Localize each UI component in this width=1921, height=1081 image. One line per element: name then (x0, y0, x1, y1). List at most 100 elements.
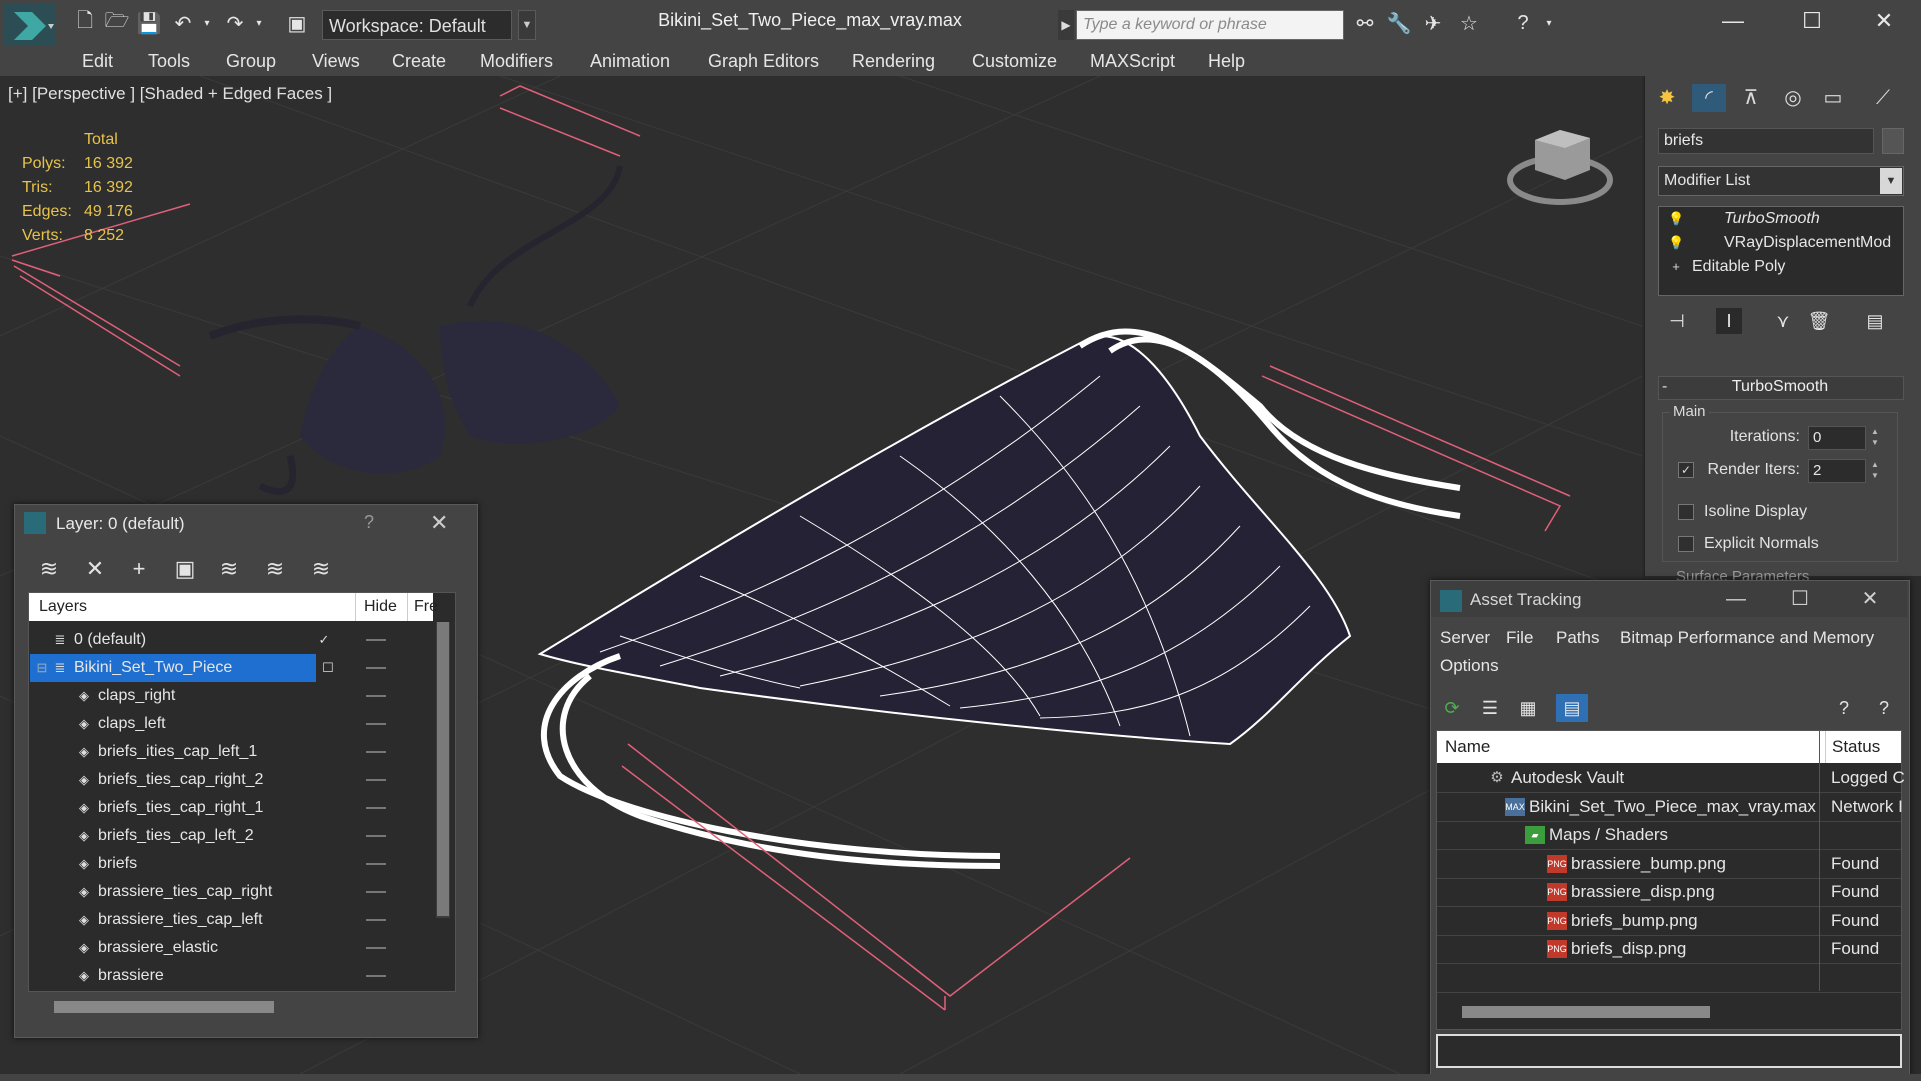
help-icon[interactable]: ? (1510, 10, 1536, 36)
hide-toggle[interactable] (366, 667, 386, 669)
motion-tab-icon[interactable]: ◎ (1776, 84, 1810, 112)
column-status[interactable]: Status (1825, 731, 1880, 763)
asset-row[interactable]: PNG briefs_bump.png Found (1437, 907, 1901, 936)
tools-icon[interactable]: 🔧 (1386, 10, 1412, 36)
asset-row[interactable]: ⚙ Autodesk Vault Logged C (1437, 764, 1905, 793)
menu-customize[interactable]: Customize (972, 46, 1057, 76)
project-folder-icon[interactable]: ▣ (284, 10, 310, 36)
stack-item-editable-poly[interactable]: + Editable Poly (1662, 256, 1902, 278)
layer-row[interactable]: ◈ brassiere_ties_cap_right (30, 878, 430, 906)
refresh-icon[interactable]: ⟳ (1438, 694, 1466, 722)
asset-row[interactable]: ▰ Maps / Shaders (1437, 821, 1901, 850)
maximize-button[interactable]: ☐ (1784, 6, 1840, 36)
menu-edit[interactable]: Edit (82, 46, 113, 76)
undo-icon[interactable]: ↶ (170, 10, 196, 36)
minimize-button[interactable]: — (1714, 586, 1758, 612)
show-end-result-icon[interactable]: Ⅰ (1716, 308, 1742, 334)
hide-toggle[interactable] (366, 863, 386, 865)
hide-toggle[interactable] (366, 807, 386, 809)
hide-toggle[interactable] (366, 639, 386, 641)
hide-toggle[interactable] (366, 947, 386, 949)
asset-row[interactable]: PNG brassiere_bump.png Found (1437, 850, 1901, 879)
asset-horizontal-scroll-thumb[interactable] (1462, 1006, 1710, 1018)
menu-maxscript[interactable]: MAXScript (1090, 46, 1175, 76)
workspace-select[interactable]: Workspace: Default (322, 10, 512, 40)
current-layer-check-icon[interactable]: ✓ (316, 632, 332, 648)
app-logo-button[interactable] (4, 4, 56, 48)
maximize-button[interactable]: ☐ (1778, 586, 1822, 612)
create-layer-icon[interactable]: ≋ (34, 554, 64, 584)
pin-stack-icon[interactable]: ⊣ (1664, 308, 1690, 334)
set-current-box-icon[interactable]: ☐ (320, 660, 336, 676)
open-folder-icon[interactable]: 🗁 (104, 10, 130, 36)
menu-help[interactable]: Help (1208, 46, 1245, 76)
menu-server[interactable]: Server (1440, 628, 1490, 648)
undo-dropdown-icon[interactable]: ▾ (194, 10, 220, 36)
expand-plus-icon[interactable]: + (1668, 256, 1684, 278)
help-dropdown-icon[interactable]: ▾ (1536, 10, 1562, 36)
layer-row[interactable]: ◈ briefs (30, 850, 430, 878)
object-color-swatch[interactable] (1882, 128, 1904, 154)
layer-row[interactable]: ◈ briefs_ties_cap_right_2 (30, 766, 430, 794)
layer-scroll-thumb[interactable] (437, 622, 449, 916)
menu-group[interactable]: Group (226, 46, 276, 76)
asset-row[interactable]: PNG briefs_disp.png Found (1437, 935, 1901, 964)
close-button[interactable]: ✕ (1856, 6, 1912, 36)
stack-item-vraydisplacement[interactable]: 💡 VRayDisplacementMod (1662, 232, 1902, 254)
hide-toggle[interactable] (366, 919, 386, 921)
collapse-icon[interactable]: ⊟ (34, 660, 50, 676)
layer-row[interactable]: ◈ briefs_ties_cap_left_2 (30, 822, 430, 850)
layer-row[interactable]: ◈ brassiere_elastic (30, 934, 430, 962)
chevron-down-icon[interactable]: ▼ (518, 10, 536, 40)
search-input[interactable]: Type a keyword or phrase (1076, 10, 1344, 40)
hierarchy-tab-icon[interactable]: ⊼ (1734, 84, 1768, 112)
pin-icon[interactable]: ✈ (1420, 10, 1446, 36)
menu-options[interactable]: Options (1440, 656, 1499, 676)
configure-modifier-sets-icon[interactable]: ▤ (1862, 308, 1888, 334)
spinner-arrows-icon[interactable]: ▲ ▼ (1868, 426, 1882, 450)
modify-tab-icon[interactable]: ◜ (1692, 84, 1726, 112)
iterations-spinner[interactable]: 0 (1808, 426, 1866, 450)
menu-graph-editors[interactable]: Graph Editors (708, 46, 819, 76)
list-view-icon[interactable]: ☰ (1476, 694, 1504, 722)
vault-help-icon[interactable]: ? (1830, 694, 1858, 722)
hide-toggle[interactable] (366, 723, 386, 725)
layer-row[interactable]: ◈ briefs_ities_cap_left_1 (30, 738, 430, 766)
explicit-normals-checkbox[interactable] (1678, 536, 1694, 552)
hide-toggle[interactable] (366, 779, 386, 781)
render-iters-checkbox[interactable]: ✓ (1678, 462, 1694, 478)
layer-row[interactable]: ◈ brassiere_ties_cap_left (30, 906, 430, 934)
menu-file[interactable]: File (1506, 628, 1533, 648)
search-expand-icon[interactable]: ▶ (1058, 10, 1074, 40)
modifier-list-dropdown[interactable]: Modifier List (1658, 166, 1904, 196)
menu-tools[interactable]: Tools (148, 46, 190, 76)
menu-rendering[interactable]: Rendering (852, 46, 935, 76)
asset-row[interactable]: MAX Bikini_Set_Two_Piece_max_vray.max Netw… (1437, 793, 1903, 822)
layer-row[interactable]: ◈ claps_left (30, 710, 430, 738)
menu-modifiers[interactable]: Modifiers (480, 46, 553, 76)
hide-all-icon[interactable]: ≋ (260, 554, 290, 584)
menu-animation[interactable]: Animation (590, 46, 670, 76)
hide-toggle[interactable] (366, 835, 386, 837)
object-name-field[interactable]: briefs (1658, 128, 1874, 154)
layer-row[interactable]: ◈ briefs_ties_cap_right_1 (30, 794, 430, 822)
layer-row[interactable]: ◈ brassiere (30, 962, 430, 990)
lightbulb-icon[interactable]: 💡 (1668, 208, 1684, 230)
hide-toggle[interactable] (366, 695, 386, 697)
menu-paths[interactable]: Paths (1556, 628, 1599, 648)
menu-create[interactable]: Create (392, 46, 446, 76)
column-freeze[interactable]: Fre (407, 593, 438, 621)
remove-modifier-icon[interactable]: 🗑 (1806, 308, 1832, 334)
add-to-layer-icon[interactable]: + (124, 554, 154, 584)
minimize-button[interactable]: — (1705, 6, 1761, 36)
select-objects-icon[interactable]: ▣ (170, 554, 200, 584)
lightbulb-icon[interactable]: 💡 (1668, 232, 1684, 254)
column-layers[interactable]: Layers (39, 593, 87, 621)
close-icon[interactable]: ✕ (430, 510, 448, 536)
collapse-icon[interactable]: - (1662, 378, 1667, 396)
binoculars-icon[interactable]: ⚯ (1352, 10, 1378, 36)
chevron-down-icon[interactable]: ▼ (1880, 168, 1902, 194)
layer-row[interactable]: ◈ claps_right (30, 682, 430, 710)
thumbnail-view-icon[interactable]: ▦ (1514, 694, 1542, 722)
layer-row[interactable]: ≣ 0 (default) ✓ (30, 626, 430, 654)
